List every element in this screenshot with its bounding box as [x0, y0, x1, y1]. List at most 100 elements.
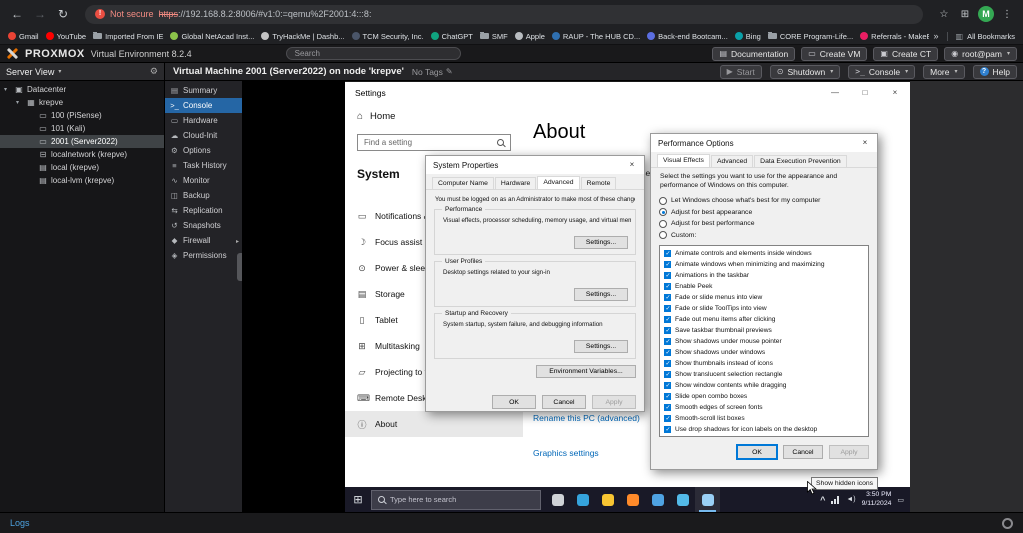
bookmark-item[interactable]: Gmail — [8, 32, 39, 41]
rename-pc-link[interactable]: Rename this PC (advanced) — [533, 413, 640, 423]
dialog-tab[interactable]: Advanced — [711, 155, 753, 167]
checkbox-icon[interactable] — [664, 272, 671, 279]
start-button[interactable]: ⊞ — [345, 493, 371, 506]
checkbox-icon[interactable] — [664, 305, 671, 312]
checkbox-icon[interactable] — [664, 294, 671, 301]
windows-desktop[interactable]: Settings — □ × ⌂ Home Find a setting — [345, 81, 910, 512]
console-button[interactable]: >_Console▾ — [848, 65, 915, 79]
visual-effect-option[interactable]: Enable Peek — [662, 281, 868, 292]
expand-caret-icon[interactable] — [16, 99, 23, 106]
vm-menu-item[interactable]: ◫ Backup — [165, 188, 242, 203]
radio-option[interactable]: Adjust for best appearance — [659, 207, 869, 219]
address-bar[interactable]: ! Not secure https://192.168.8.2:8006/#v… — [85, 5, 923, 24]
view-settings-icon[interactable]: ⚙ — [150, 66, 158, 77]
tree-item[interactable]: ▣ Datacenter — [0, 83, 164, 96]
visual-effect-option[interactable]: Fade out menu items after clicking — [662, 314, 868, 325]
ok-button[interactable]: OK — [492, 395, 536, 409]
vm-menu-item[interactable]: ▭ Hardware — [165, 113, 242, 128]
bookmark-item[interactable]: ChatGPT — [431, 32, 473, 41]
settings-nav-item[interactable]: ⓘ About — [345, 411, 523, 437]
tree-item[interactable]: ▭ 101 (Kali) — [0, 122, 164, 135]
bookmark-item[interactable]: SMF — [480, 32, 508, 41]
edit-tags-icon[interactable]: ✎ — [446, 67, 453, 76]
reload-icon[interactable]: ↻ — [54, 7, 72, 21]
checkbox-icon[interactable] — [664, 250, 671, 257]
radio-option[interactable]: Let Windows choose what's best for my co… — [659, 195, 869, 207]
show-hidden-icons-button[interactable]: ^ — [820, 495, 825, 505]
visual-effect-option[interactable]: Animations in the taskbar — [662, 270, 868, 281]
create-vm-button[interactable]: ▭Create VM — [801, 47, 867, 61]
dialog-tab[interactable]: Hardware — [495, 177, 536, 189]
checkbox-icon[interactable] — [664, 415, 671, 422]
vm-menu-item[interactable]: ☁ Cloud-Init — [165, 128, 242, 143]
visual-effect-option[interactable]: Show translucent selection rectangle — [662, 369, 868, 380]
forward-icon[interactable]: → — [31, 7, 49, 21]
dialog-titlebar[interactable]: System Properties × — [426, 156, 644, 174]
bookmark-item[interactable]: RAUP - The HUB CD... — [552, 32, 640, 41]
checkbox-icon[interactable] — [664, 393, 671, 400]
visual-effect-option[interactable]: Use drop shadows for icon labels on the … — [662, 424, 868, 435]
radio-icon[interactable] — [659, 231, 667, 239]
settings-button[interactable]: Settings... — [574, 340, 628, 353]
more-button[interactable]: More▾ — [923, 65, 964, 79]
dialog-tab[interactable]: Visual Effects — [657, 154, 710, 167]
dialog-tab[interactable]: Advanced — [537, 176, 579, 189]
profile-avatar[interactable]: M — [978, 6, 994, 22]
visual-effect-option[interactable]: Fade or slide ToolTips into view — [662, 303, 868, 314]
close-icon[interactable]: × — [853, 134, 877, 152]
minimize-icon[interactable]: — — [820, 82, 850, 103]
apply-button[interactable]: Apply — [592, 395, 636, 409]
bookmark-item[interactable]: TCM Security, Inc. — [352, 32, 424, 41]
global-search-input[interactable] — [286, 47, 461, 60]
radio-icon[interactable] — [659, 197, 667, 205]
checkbox-icon[interactable] — [664, 371, 671, 378]
file-explorer-icon[interactable] — [595, 487, 620, 512]
shutdown-button[interactable]: ⊙Shutdown▾ — [770, 65, 841, 79]
help-button[interactable]: ?Help — [973, 65, 1017, 79]
volume-icon[interactable]: ◄) — [846, 496, 855, 503]
environment-variables-button[interactable]: Environment Variables... — [536, 365, 636, 378]
server-view-select[interactable]: Server View ▾ ⚙ — [0, 63, 165, 80]
radio-option[interactable]: Custom: — [659, 230, 869, 242]
extensions-icon[interactable]: ⊞ — [957, 9, 973, 20]
mail-icon[interactable] — [645, 487, 670, 512]
checkbox-icon[interactable] — [664, 426, 671, 433]
cancel-button[interactable]: Cancel — [783, 445, 823, 459]
dialog-tab[interactable]: Remote — [581, 177, 617, 189]
close-icon[interactable]: × — [620, 156, 644, 174]
create-ct-button[interactable]: ▣Create CT — [873, 47, 938, 61]
visual-effect-option[interactable]: Smooth edges of screen fonts — [662, 402, 868, 413]
bookmarks-overflow-chevron[interactable]: » — [929, 31, 942, 41]
vm-menu-item[interactable]: ≡ Task History — [165, 158, 242, 173]
visual-effects-list[interactable]: Animate controls and elements inside win… — [659, 245, 869, 437]
bookmark-item[interactable]: Imported From IE — [93, 32, 163, 41]
bookmark-item[interactable]: Bing — [735, 32, 761, 41]
taskbar-clock[interactable]: 3:50 PM 9/11/2024 — [862, 491, 892, 508]
bookmark-item[interactable]: YouTube — [46, 32, 86, 41]
visual-effect-option[interactable]: Save taskbar thumbnail previews — [662, 325, 868, 336]
checkbox-icon[interactable] — [664, 283, 671, 290]
checkbox-icon[interactable] — [664, 316, 671, 323]
checkbox-icon[interactable] — [664, 327, 671, 334]
visual-effect-option[interactable]: Show shadows under windows — [662, 347, 868, 358]
dialog-titlebar[interactable]: Performance Options × — [651, 134, 877, 152]
bookmark-item[interactable]: TryHackMe | Dashb... — [261, 32, 344, 41]
visual-effect-option[interactable]: Smooth-scroll list boxes — [662, 413, 868, 424]
menu-dots-icon[interactable]: ⋮ — [999, 9, 1015, 20]
vm-menu-item[interactable]: ◈ Permissions — [165, 248, 242, 263]
dialog-tab[interactable]: Computer Name — [432, 177, 494, 189]
checkbox-icon[interactable] — [664, 338, 671, 345]
vnc-console[interactable]: Settings — □ × ⌂ Home Find a setting — [243, 81, 1023, 512]
action-center-icon[interactable]: ▭ — [897, 496, 904, 504]
visual-effect-option[interactable]: Animate controls and elements inside win… — [662, 248, 868, 259]
task-view-icon[interactable] — [545, 487, 570, 512]
vm-menu-item[interactable]: ⇆ Replication — [165, 203, 242, 218]
edge-icon[interactable] — [570, 487, 595, 512]
close-icon[interactable]: × — [880, 82, 910, 103]
start-button[interactable]: ▶Start — [720, 65, 762, 79]
visual-effect-option[interactable]: Show shadows under mouse pointer — [662, 336, 868, 347]
bookmark-item[interactable]: Back-end Bootcam... — [647, 32, 728, 41]
vm-menu-item[interactable]: ↺ Snapshots — [165, 218, 242, 233]
visual-effect-option[interactable]: Fade or slide menus into view — [662, 292, 868, 303]
radio-option[interactable]: Adjust for best performance — [659, 218, 869, 230]
